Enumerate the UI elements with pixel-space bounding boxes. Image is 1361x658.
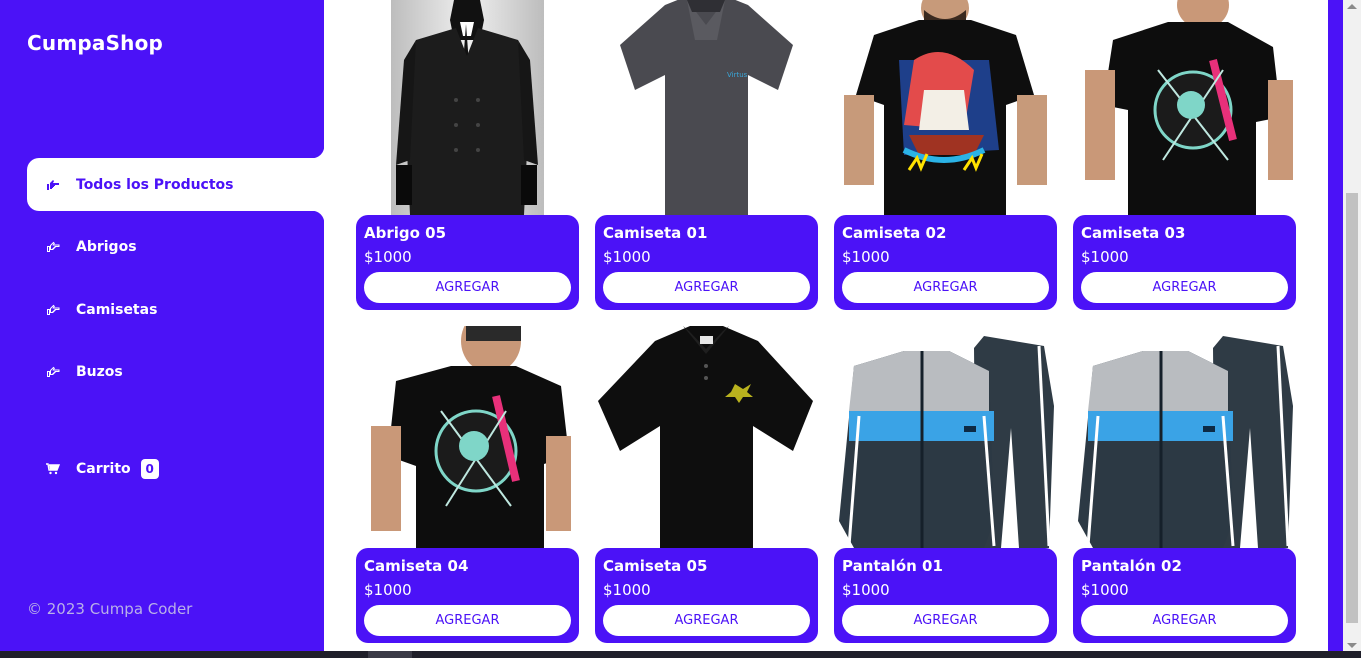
- product-title: Camiseta 01: [603, 224, 708, 242]
- product-image: [834, 326, 1057, 548]
- sidebar-item-todos[interactable]: Todos los Productos: [27, 146, 324, 223]
- product-price: $1000: [603, 248, 651, 266]
- scroll-up-icon[interactable]: [1347, 4, 1357, 9]
- product-price: $1000: [364, 581, 412, 599]
- add-to-cart-button[interactable]: AGREGAR: [842, 272, 1049, 303]
- taskbar: [0, 651, 1361, 658]
- product-title: Camiseta 05: [603, 557, 708, 575]
- product-title: Camiseta 03: [1081, 224, 1186, 242]
- hand-point-right-icon: [45, 177, 61, 193]
- product-image: [1073, 326, 1296, 548]
- logo[interactable]: CumpaShop: [27, 31, 163, 55]
- product-image: [834, 0, 1057, 215]
- add-to-cart-button[interactable]: AGREGAR: [603, 605, 810, 636]
- scrollbar-thumb[interactable]: [1346, 193, 1358, 623]
- taskbar-segment: [368, 651, 412, 658]
- product-info: Pantalón 01 $1000 AGREGAR: [834, 548, 1057, 643]
- vertical-scrollbar[interactable]: [1343, 0, 1361, 652]
- sidebar-item-label: Abrigos: [76, 238, 137, 255]
- product-title: Abrigo 05: [364, 224, 447, 242]
- add-to-cart-button[interactable]: AGREGAR: [364, 272, 571, 303]
- product-title: Pantalón 01: [842, 557, 943, 575]
- scroll-down-icon[interactable]: [1347, 643, 1357, 648]
- hand-point-right-icon: [45, 364, 61, 380]
- product-info: Camiseta 04 $1000 AGREGAR: [356, 548, 579, 643]
- add-to-cart-button[interactable]: AGREGAR: [842, 605, 1049, 636]
- product-image: [1073, 0, 1296, 215]
- product-info: Pantalón 02 $1000 AGREGAR: [1073, 548, 1296, 643]
- product-title: Camiseta 02: [842, 224, 947, 242]
- add-to-cart-button[interactable]: AGREGAR: [364, 605, 571, 636]
- add-to-cart-button[interactable]: AGREGAR: [603, 272, 810, 303]
- hand-point-right-icon: [45, 239, 61, 255]
- product-price: $1000: [1081, 248, 1129, 266]
- sidebar-item-buzos[interactable]: Buzos: [27, 345, 324, 398]
- sidebar-item-label: Buzos: [76, 363, 123, 380]
- footer-copyright: © 2023 Cumpa Coder: [27, 600, 193, 618]
- product-title: Pantalón 02: [1081, 557, 1182, 575]
- cart-label: Carrito: [76, 460, 131, 477]
- product-price: $1000: [364, 248, 412, 266]
- product-info: Abrigo 05 $1000 AGREGAR: [356, 215, 579, 310]
- cart-link[interactable]: Carrito 0: [27, 442, 324, 495]
- product-info: Camiseta 01 $1000 AGREGAR: [595, 215, 818, 310]
- sidebar-item-label: Todos los Productos: [76, 176, 234, 193]
- right-accent-bar: [1328, 0, 1343, 658]
- product-info: Camiseta 02 $1000 AGREGAR: [834, 215, 1057, 310]
- hand-point-right-icon: [45, 302, 61, 318]
- product-title: Camiseta 04: [364, 557, 469, 575]
- product-price: $1000: [842, 248, 890, 266]
- sidebar: CumpaShop Todos los Productos Abrigos Ca…: [0, 0, 324, 658]
- product-info: Camiseta 05 $1000 AGREGAR: [595, 548, 818, 643]
- svg-text:Virtus: Virtus: [727, 71, 748, 79]
- sidebar-item-abrigos[interactable]: Abrigos: [27, 220, 324, 273]
- product-info: Camiseta 03 $1000 AGREGAR: [1073, 215, 1296, 310]
- product-image: [356, 326, 579, 548]
- product-image: [595, 326, 818, 548]
- sidebar-item-label: Camisetas: [76, 301, 158, 318]
- add-to-cart-button[interactable]: AGREGAR: [1081, 605, 1288, 636]
- product-price: $1000: [842, 581, 890, 599]
- product-image: [356, 0, 579, 215]
- cart-icon: [45, 461, 61, 477]
- add-to-cart-button[interactable]: AGREGAR: [1081, 272, 1288, 303]
- sidebar-item-camisetas[interactable]: Camisetas: [27, 283, 324, 336]
- product-price: $1000: [603, 581, 651, 599]
- product-price: $1000: [1081, 581, 1129, 599]
- product-image: Virtus: [595, 0, 818, 215]
- cart-count-badge: 0: [140, 458, 159, 479]
